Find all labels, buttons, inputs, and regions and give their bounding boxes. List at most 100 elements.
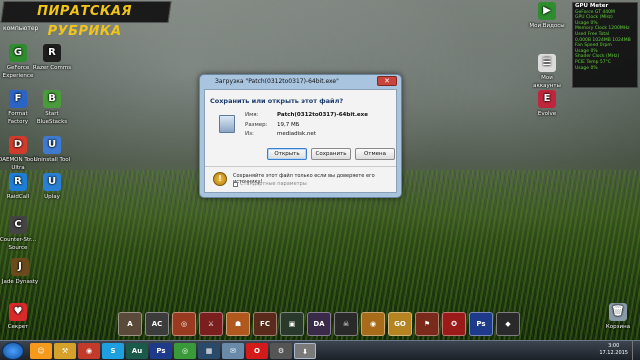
gpu-meter-widget: GPU Meter GeForce GT 440M GPU Clock (MHz…	[572, 2, 638, 88]
file-source-key: Из:	[245, 131, 254, 137]
desktop-icon-label: GeForce Experience	[2, 65, 34, 79]
desktop-icon-label: Format Factory	[7, 111, 29, 125]
show-desktop-button[interactable]	[632, 341, 640, 360]
desktop-icon-label: Razer Comms	[32, 65, 72, 71]
desktop-icon-label: Start BlueStacks	[36, 111, 68, 125]
desktop-icon-label: Секрет	[7, 324, 29, 330]
shield-warning-icon: !	[213, 172, 227, 186]
dock-game-4-icon[interactable]: ⚔	[199, 312, 223, 336]
file-size-value: 19,7 МБ	[277, 122, 300, 128]
clock-time: 3:00	[608, 343, 620, 349]
dock-game-12-icon[interactable]: ⚑	[415, 312, 439, 336]
taskbar-audition-icon[interactable]: Au	[126, 343, 148, 359]
file-size-key: Размер:	[245, 122, 268, 128]
dialog-question: Сохранить или открыть этот файл?	[210, 97, 344, 105]
file-size-row: Размер: 19,7 МБ	[245, 122, 300, 128]
desktop-icon-label: Корзина	[605, 324, 631, 330]
accounts-icon: ☰	[538, 54, 556, 72]
evolve-icon: E	[538, 90, 556, 108]
dock-dead-or-alive-icon[interactable]: DA	[307, 312, 331, 336]
taskbar-opera-icon[interactable]: O	[246, 343, 268, 359]
taskbar-media-icon[interactable]: ▦	[198, 343, 220, 359]
default-settings-label: Стандартные параметры	[240, 181, 307, 187]
desktop-icon-label: Мои аккаунты	[533, 75, 561, 89]
dock-game-13-icon[interactable]: ✪	[442, 312, 466, 336]
file-name-value: Patch(0312to0317)-64bit.exe	[277, 112, 368, 118]
desktop-icon-label: Counter-Str... Source	[0, 237, 37, 251]
taskbar-skype-icon[interactable]: S	[102, 343, 124, 359]
desktop-icon[interactable]: C Counter-Str... Source	[0, 216, 38, 252]
taskbar: ☺ ⚒ ◉ S Au Ps ◎ ▦ ✉ O ⚙ ⬇ 3:00 17.12.2015	[0, 340, 640, 360]
taskbar-app-1-icon[interactable]: ☺	[30, 343, 52, 359]
desktop-icon-label: Evolve	[537, 111, 557, 117]
desktop-icon-label: RaidCall	[6, 194, 30, 200]
game-dock: A AC ◎ ⚔ ☗ FC ▣ DA ☠ ◉ GO ⚑ ✪ Ps ◆	[118, 312, 522, 338]
jade-dynasty-icon: J	[11, 258, 29, 276]
dialog-separator	[205, 166, 396, 167]
file-source-row: Из: mediadisk.net	[245, 131, 316, 137]
desktop-icon[interactable]: U Uninstall Tool	[32, 136, 72, 164]
dock-game-3-icon[interactable]: ◎	[172, 312, 196, 336]
format-factory-icon: F	[9, 90, 27, 108]
desktop-icon-label: Jade Dynasty	[1, 279, 39, 285]
dock-game-7-icon[interactable]: ▣	[280, 312, 304, 336]
desktop-icon[interactable]: ▶ Мои Видосы	[527, 2, 567, 30]
taskbar-app-11-icon[interactable]: ⚙	[270, 343, 292, 359]
dock-ark-icon[interactable]: A	[118, 312, 142, 336]
bluestacks-icon: B	[43, 90, 61, 108]
desktop-icon[interactable]: U Uplay	[32, 173, 72, 201]
taskbar-app-9-icon[interactable]: ✉	[222, 343, 244, 359]
taskbar-app-2-icon[interactable]: ⚒	[54, 343, 76, 359]
desktop-icon-label: Мои Видосы	[529, 23, 565, 29]
daemon-tools-icon: D	[9, 136, 27, 154]
desktop-icon-label: Uninstall Tool	[33, 157, 71, 163]
default-settings-checkbox[interactable]	[233, 182, 238, 187]
exe-file-icon	[219, 115, 235, 133]
recycle-bin-icon: 🗑	[609, 303, 627, 321]
desktop-icon[interactable]: 🗑 Корзина	[598, 303, 638, 331]
dialog-body: Сохранить или открыть этот файл? Имя: Pat…	[204, 89, 397, 193]
dock-game-15-icon[interactable]: ◆	[496, 312, 520, 336]
desktop-icon[interactable]: B Start BlueStacks	[32, 90, 72, 126]
open-button[interactable]: Открыть	[267, 148, 307, 160]
dock-farcry-icon[interactable]: FC	[253, 312, 277, 336]
dock-game-5-icon[interactable]: ☗	[226, 312, 250, 336]
desktop-icon[interactable]: ☰ Мои аккаунты	[527, 54, 567, 90]
geforce-icon: G	[9, 44, 27, 62]
save-button[interactable]: Сохранить	[311, 148, 351, 160]
uninstall-tool-icon: U	[43, 136, 61, 154]
razer-icon: R	[43, 44, 61, 62]
desktop-icon[interactable]: E Evolve	[527, 90, 567, 118]
system-clock[interactable]: 3:00 17.12.2015	[599, 343, 628, 357]
taskbar-chrome-icon[interactable]: ◎	[174, 343, 196, 359]
desktop-icon[interactable]: ♥ Секрет	[0, 303, 38, 331]
channel-banner: ПИРАТСКАЯ РУБРИКА	[0, 1, 172, 39]
dock-game-9-icon[interactable]: ☠	[334, 312, 358, 336]
dock-assassins-icon[interactable]: AC	[145, 312, 169, 336]
start-button[interactable]	[2, 342, 24, 360]
desktop-icon-label: Uplay	[44, 194, 60, 200]
dock-game-10-icon[interactable]: ◉	[361, 312, 385, 336]
taskbar-photoshop-icon[interactable]: Ps	[150, 343, 172, 359]
raidcall-icon: R	[9, 173, 27, 191]
cancel-button[interactable]: Отмена	[355, 148, 395, 160]
desktop-icon[interactable]: R Razer Comms	[32, 44, 72, 72]
counter-strike-icon: C	[9, 216, 27, 234]
gpu-meter-line: Usage 0%	[575, 65, 598, 71]
file-source-value: mediadisk.net	[277, 131, 316, 137]
heart-icon: ♥	[9, 303, 27, 321]
taskbar-app-3-icon[interactable]: ◉	[78, 343, 100, 359]
file-name-row: Имя: Patch(0312to0317)-64bit.exe	[245, 112, 368, 118]
taskbar-download-icon[interactable]: ⬇	[294, 343, 316, 359]
download-dialog: Загрузка "Patch(0312to0317)-64bit.exe" ✕…	[199, 74, 402, 198]
dialog-title: Загрузка "Patch(0312to0317)-64bit.exe"	[215, 78, 339, 85]
desktop-icon[interactable]: J Jade Dynasty	[0, 258, 40, 286]
computer-label[interactable]: компьютер	[3, 25, 38, 32]
folder-video-icon: ▶	[538, 2, 556, 20]
dock-photoshop-icon[interactable]: Ps	[469, 312, 493, 336]
file-name-key: Имя:	[245, 112, 259, 118]
uplay-icon: U	[43, 173, 61, 191]
close-button[interactable]: ✕	[377, 76, 397, 86]
dock-csgo-icon[interactable]: GO	[388, 312, 412, 336]
clock-date: 17.12.2015	[599, 350, 628, 356]
